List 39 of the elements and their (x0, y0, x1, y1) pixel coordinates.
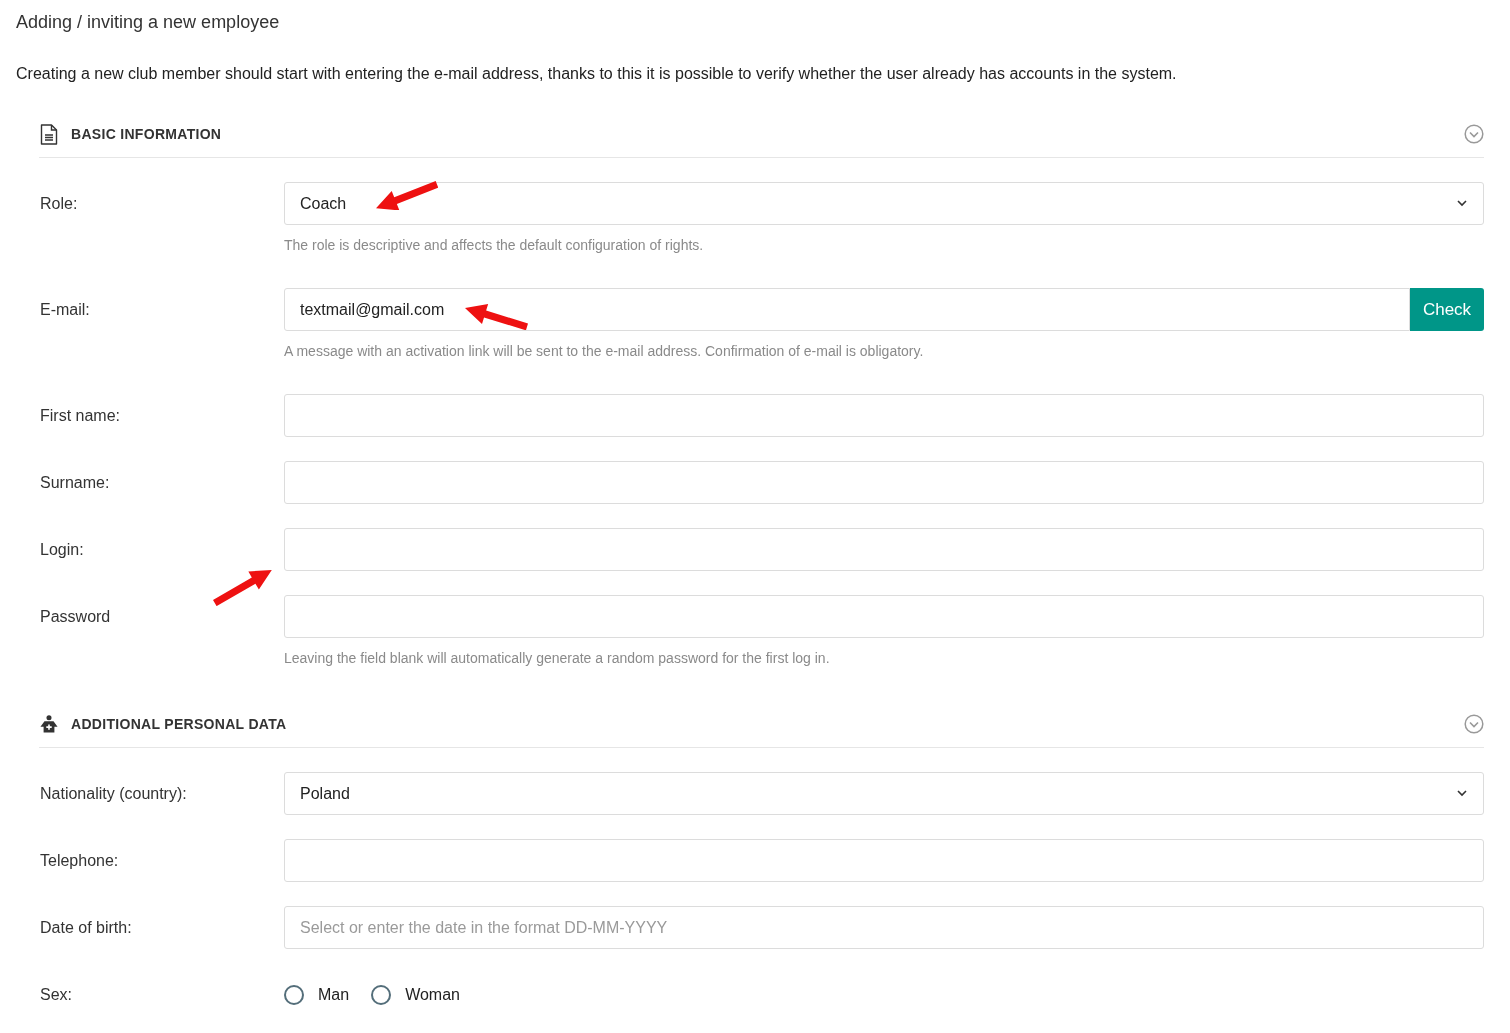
section-title: ADDITIONAL PERSONAL DATA (71, 716, 288, 732)
person-icon (40, 714, 58, 734)
arrow-icon (465, 304, 529, 331)
arrow-icon (213, 570, 272, 607)
hint-text: The role is descriptive and affects the default configuration of rights. (284, 236, 705, 255)
radio-label[interactable]: Man (318, 985, 350, 1004)
input-field[interactable] (284, 461, 1484, 504)
hint-text: Leaving the field blank will automatically generate a random password for the first log in. (284, 649, 831, 668)
hint-text: A message with an activation link will be sent to the e-mail address. Confirmation of e-mail is obligatory. (284, 342, 925, 361)
radio-button[interactable] (371, 984, 392, 1005)
dropdown[interactable]: Poland (284, 772, 1484, 815)
field-label: E-mail: (39, 300, 90, 319)
input-field[interactable] (284, 839, 1484, 882)
input-field[interactable] (284, 595, 1484, 638)
input-field[interactable]: textmail@gmail.com (284, 288, 1410, 331)
chevron-circle-icon[interactable] (1464, 714, 1484, 734)
arrow-icon (376, 180, 439, 211)
page-title: Adding / inviting a new employee (16, 11, 281, 34)
field-label: Login: (39, 540, 84, 559)
field-label: Password (39, 607, 111, 626)
page-description: Creating a new club member should start with entering the e-mail address, thanks to this it is possible to verify whether the user already has accounts in the system. (16, 64, 1178, 84)
field-label: Date of birth: (39, 918, 132, 937)
field-label: Sex: (39, 985, 72, 1004)
section-title: BASIC INFORMATION (71, 126, 223, 142)
radio-button[interactable] (284, 984, 304, 1005)
field-label: First name: (39, 406, 120, 425)
field-label: Role: (39, 194, 78, 213)
input-field[interactable] (284, 528, 1484, 571)
document-icon (40, 123, 58, 145)
chevron-down-icon (1457, 790, 1467, 797)
field-label: Surname: (39, 473, 110, 492)
dropdown[interactable]: Coach (284, 182, 1484, 225)
chevron-down-icon (1457, 200, 1467, 207)
radio-label[interactable]: Woman (405, 985, 460, 1004)
chevron-circle-icon[interactable] (1464, 124, 1484, 144)
field-label: Nationality (country): (39, 784, 187, 803)
field-label: Telephone: (39, 851, 119, 870)
input-field[interactable] (284, 394, 1484, 437)
check-button[interactable]: Check (1410, 288, 1484, 331)
